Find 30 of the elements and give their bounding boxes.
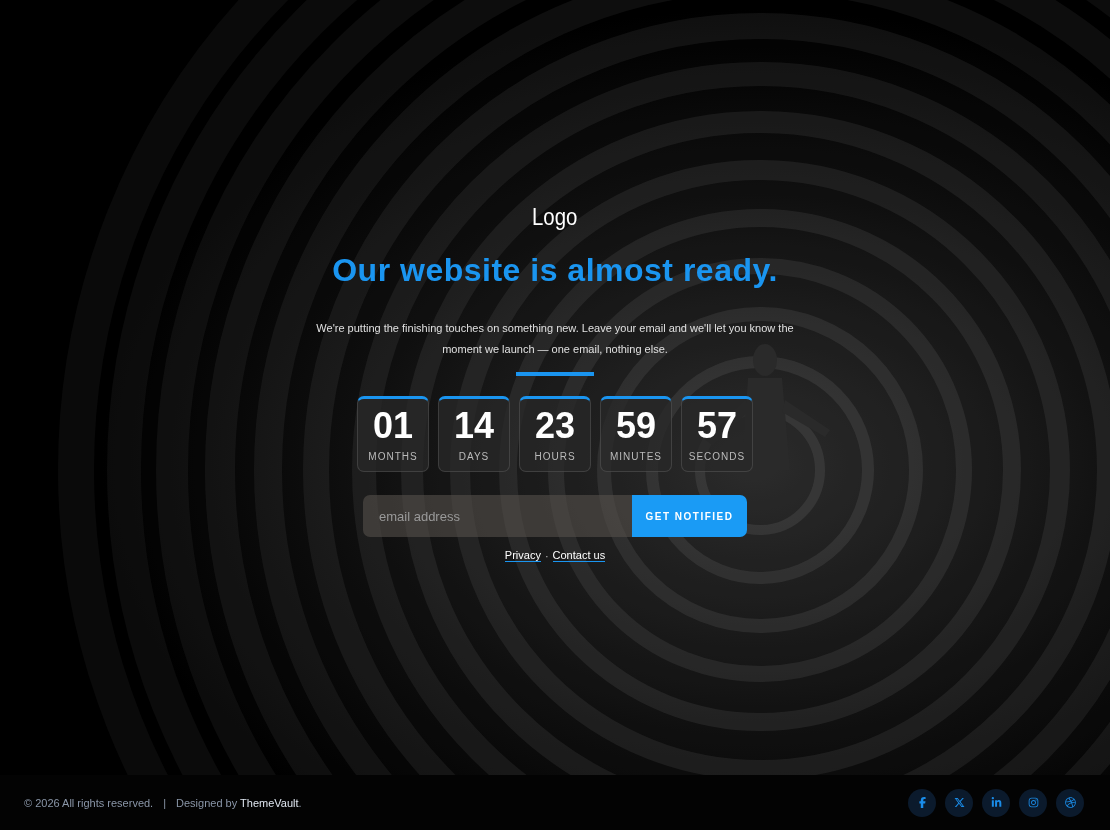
countdown-value: 57 (696, 405, 737, 447)
social-button[interactable] (982, 788, 1010, 817)
countdown-unit: DAYS (458, 451, 490, 462)
countdown-value: 01 (372, 405, 413, 447)
countdown-unit: SECONDS (688, 451, 746, 462)
countdown-unit: HOURS (534, 451, 576, 462)
instagram-icon (1027, 797, 1039, 808)
countdown-unit: MINUTES (610, 451, 662, 462)
intro-text: We're putting the finishing touches on something new. Leave your email and we'll let you know the moment we launch — one email, nothing else. (315, 321, 795, 357)
x-icon (953, 797, 965, 808)
footer-link[interactable]: Privacy (504, 549, 541, 562)
logo[interactable]: Logo (532, 200, 578, 234)
headline: Our website is almost ready. (332, 251, 778, 290)
social-button[interactable] (1019, 788, 1047, 817)
credit-text: Designed by ThemeVault. (176, 796, 302, 809)
linkedin-icon (990, 797, 1002, 808)
social-button[interactable] (908, 788, 936, 817)
social-button[interactable] (1056, 788, 1084, 817)
link-separator: · (544, 549, 549, 562)
countdown-value: 23 (534, 405, 575, 447)
email-field[interactable]: email address (363, 495, 632, 537)
separator: | (163, 796, 167, 809)
footer-link[interactable]: Contact us (552, 549, 606, 562)
copyright-text: © 2026 All rights reserved. (24, 796, 154, 809)
facebook-icon (916, 797, 928, 808)
countdown-unit: MONTHS (368, 451, 418, 462)
countdown-value: 14 (453, 405, 494, 447)
social-button[interactable] (945, 788, 973, 817)
countdown-value: 59 (615, 405, 656, 447)
dribbble-icon (1064, 797, 1076, 808)
